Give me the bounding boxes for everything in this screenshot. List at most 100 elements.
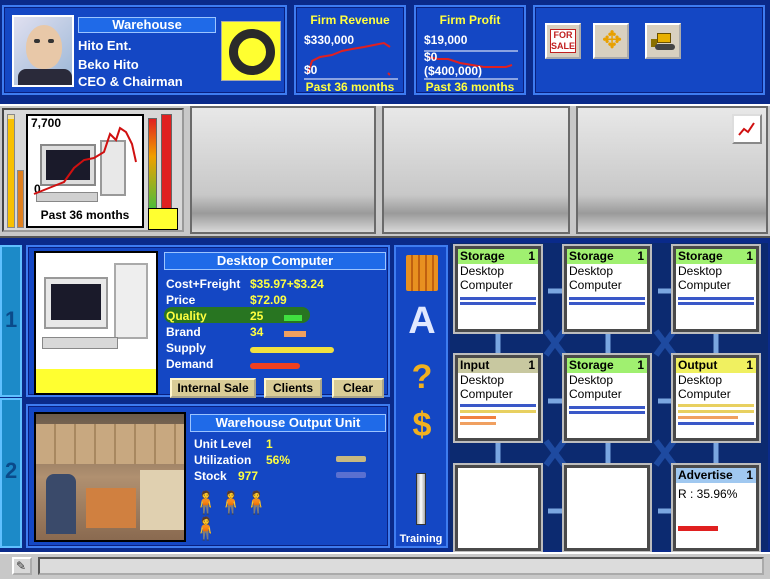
move-button[interactable]: ✥: [593, 23, 629, 59]
unit-bar: [460, 302, 536, 305]
unit-empty-1[interactable]: [453, 463, 543, 553]
compass-icon[interactable]: A: [404, 301, 440, 341]
strip-chart-toggle[interactable]: [732, 114, 762, 144]
unit-bar: [569, 406, 645, 409]
bulldozer-icon: [651, 31, 677, 51]
profit-bottom: ($400,000): [424, 64, 483, 78]
unit-storage-2[interactable]: Storage 1 Desktop Computer: [562, 244, 652, 334]
unit-bar: [678, 526, 718, 531]
unit-bar: [678, 302, 754, 305]
unit-line-1: Desktop: [460, 264, 505, 278]
unit-line-1: Desktop: [678, 264, 723, 278]
unit-level-value: 1: [266, 437, 273, 451]
unit-bar: [678, 297, 754, 300]
demolish-button[interactable]: [645, 23, 681, 59]
books-icon[interactable]: [406, 255, 438, 291]
unit-head: Storage 1: [567, 249, 647, 264]
product-strip-slot-1[interactable]: 7,700 0 Past 36 months: [2, 108, 184, 232]
clients-button[interactable]: Clients: [264, 378, 322, 398]
revenue-title: Firm Revenue: [310, 13, 390, 27]
unit-storage-1[interactable]: Storage 1 Desktop Computer: [453, 244, 543, 334]
cost-freight-label: Cost+Freight: [166, 277, 241, 291]
for-sale-button[interactable]: FOR SALE: [545, 23, 581, 59]
unit-empty-2[interactable]: [562, 463, 652, 553]
product-history-chart[interactable]: 7,700 0 Past 36 months: [26, 114, 144, 228]
side-tab-1[interactable]: 1: [0, 245, 22, 397]
move-arrows-icon: ✥: [601, 27, 623, 54]
unit-grid: Storage 1 Desktop Computer Storage 1 Deskt…: [450, 243, 768, 553]
company-name: Hito Ent.: [78, 38, 132, 53]
supply-bar: [250, 347, 334, 353]
unit-output[interactable]: Output 1 Desktop Computer: [671, 353, 761, 443]
product-strip-slot-4[interactable]: [576, 106, 768, 234]
unit-bar: [678, 410, 754, 413]
utilization-label: Utilization: [194, 453, 252, 467]
workers-icon: 🧍🧍🧍🧍: [192, 490, 270, 541]
price-label: Price: [166, 293, 196, 307]
unit-input[interactable]: Input 1 Desktop Computer: [453, 353, 543, 443]
unit-bar: [460, 416, 496, 419]
clear-button[interactable]: Clear: [332, 378, 384, 398]
strip-yellow-block: [148, 208, 178, 230]
ceo-role: CEO & Chairman: [78, 74, 183, 89]
unit-line-2: Computer: [569, 278, 622, 292]
unit-storage-4[interactable]: Storage 1 Desktop Computer: [562, 353, 652, 443]
product-title: Desktop Computer: [164, 252, 386, 270]
toolbar-panel: FOR SALE ✥: [533, 5, 765, 95]
product-strip-slot-2[interactable]: [190, 106, 376, 234]
unit-head: Storage 1: [676, 249, 756, 264]
help-icon[interactable]: ?: [406, 359, 438, 395]
brand-bar: [284, 331, 306, 337]
unit-line-2: Computer: [460, 278, 513, 292]
advertise-ratio: R : 35.96%: [678, 487, 738, 501]
company-panel: Warehouse Hito Ent. Beko Hito CEO & Chai…: [2, 5, 287, 95]
unit-line-1: Desktop: [569, 373, 614, 387]
unit-panel-title: Warehouse Output Unit: [190, 414, 386, 432]
status-message-field: [38, 557, 764, 575]
product-fields: Cost+Freight $35.97+$3.24 Price $72.09 Q…: [164, 277, 386, 373]
strip-left-bar-2: [17, 170, 24, 228]
supply-label: Supply: [166, 341, 207, 355]
unit-bar: [460, 410, 536, 413]
unit-head: Storage 1: [567, 358, 647, 373]
unit-line-1: Desktop: [460, 373, 505, 387]
brand-value: 34: [250, 325, 264, 339]
finance-icon[interactable]: $: [406, 407, 438, 443]
strip-period: Past 36 months: [40, 208, 130, 222]
unit-bar: [460, 422, 496, 425]
utilization-bar: [336, 456, 366, 462]
training-slider[interactable]: [416, 473, 426, 525]
unit-line-1: Desktop: [569, 264, 614, 278]
training-label: Training: [399, 533, 443, 545]
side-tab-2[interactable]: 2: [0, 398, 22, 548]
quality-value: 25: [250, 309, 264, 323]
demand-label: Demand: [166, 357, 214, 371]
unit-line-2: Computer: [569, 387, 622, 401]
product-strip-slot-3[interactable]: [382, 106, 570, 234]
profit-panel[interactable]: Firm Profit $19,000 $0 ($400,000) Past 3…: [414, 5, 526, 95]
company-logo[interactable]: [221, 21, 281, 81]
unit-line-1: Desktop: [678, 373, 723, 387]
unit-advertise[interactable]: Advertise 1 R : 35.96%: [671, 463, 761, 553]
price-value[interactable]: $72.09: [250, 293, 287, 307]
action-column: A ? $ Training: [394, 245, 448, 548]
unit-level-label: Unit Level: [194, 437, 252, 451]
stock-label: Stock: [194, 469, 227, 483]
unit-storage-3[interactable]: Storage 1 Desktop Computer: [671, 244, 761, 334]
internal-sale-button[interactable]: Internal Sale: [170, 378, 256, 398]
ceo-avatar[interactable]: [12, 15, 74, 87]
revenue-bottom: $0: [304, 63, 318, 77]
brand-label: Brand: [166, 325, 201, 339]
stock-bar: [336, 472, 366, 478]
revenue-period: Past 36 months: [305, 80, 395, 94]
profit-title: Firm Profit: [439, 13, 501, 27]
unit-line-2: Computer: [460, 387, 513, 401]
note-button[interactable]: ✎: [12, 557, 32, 575]
unit-bar: [460, 404, 536, 407]
revenue-panel[interactable]: Firm Revenue $330,000 $0 Past 36 months: [294, 5, 406, 95]
warehouse-photo: [34, 412, 186, 542]
demand-bar: [250, 363, 300, 369]
unit-line-2: Computer: [678, 278, 731, 292]
unit-head: Advertise 1: [676, 468, 756, 483]
side-tab-2-label: 2: [5, 458, 18, 483]
